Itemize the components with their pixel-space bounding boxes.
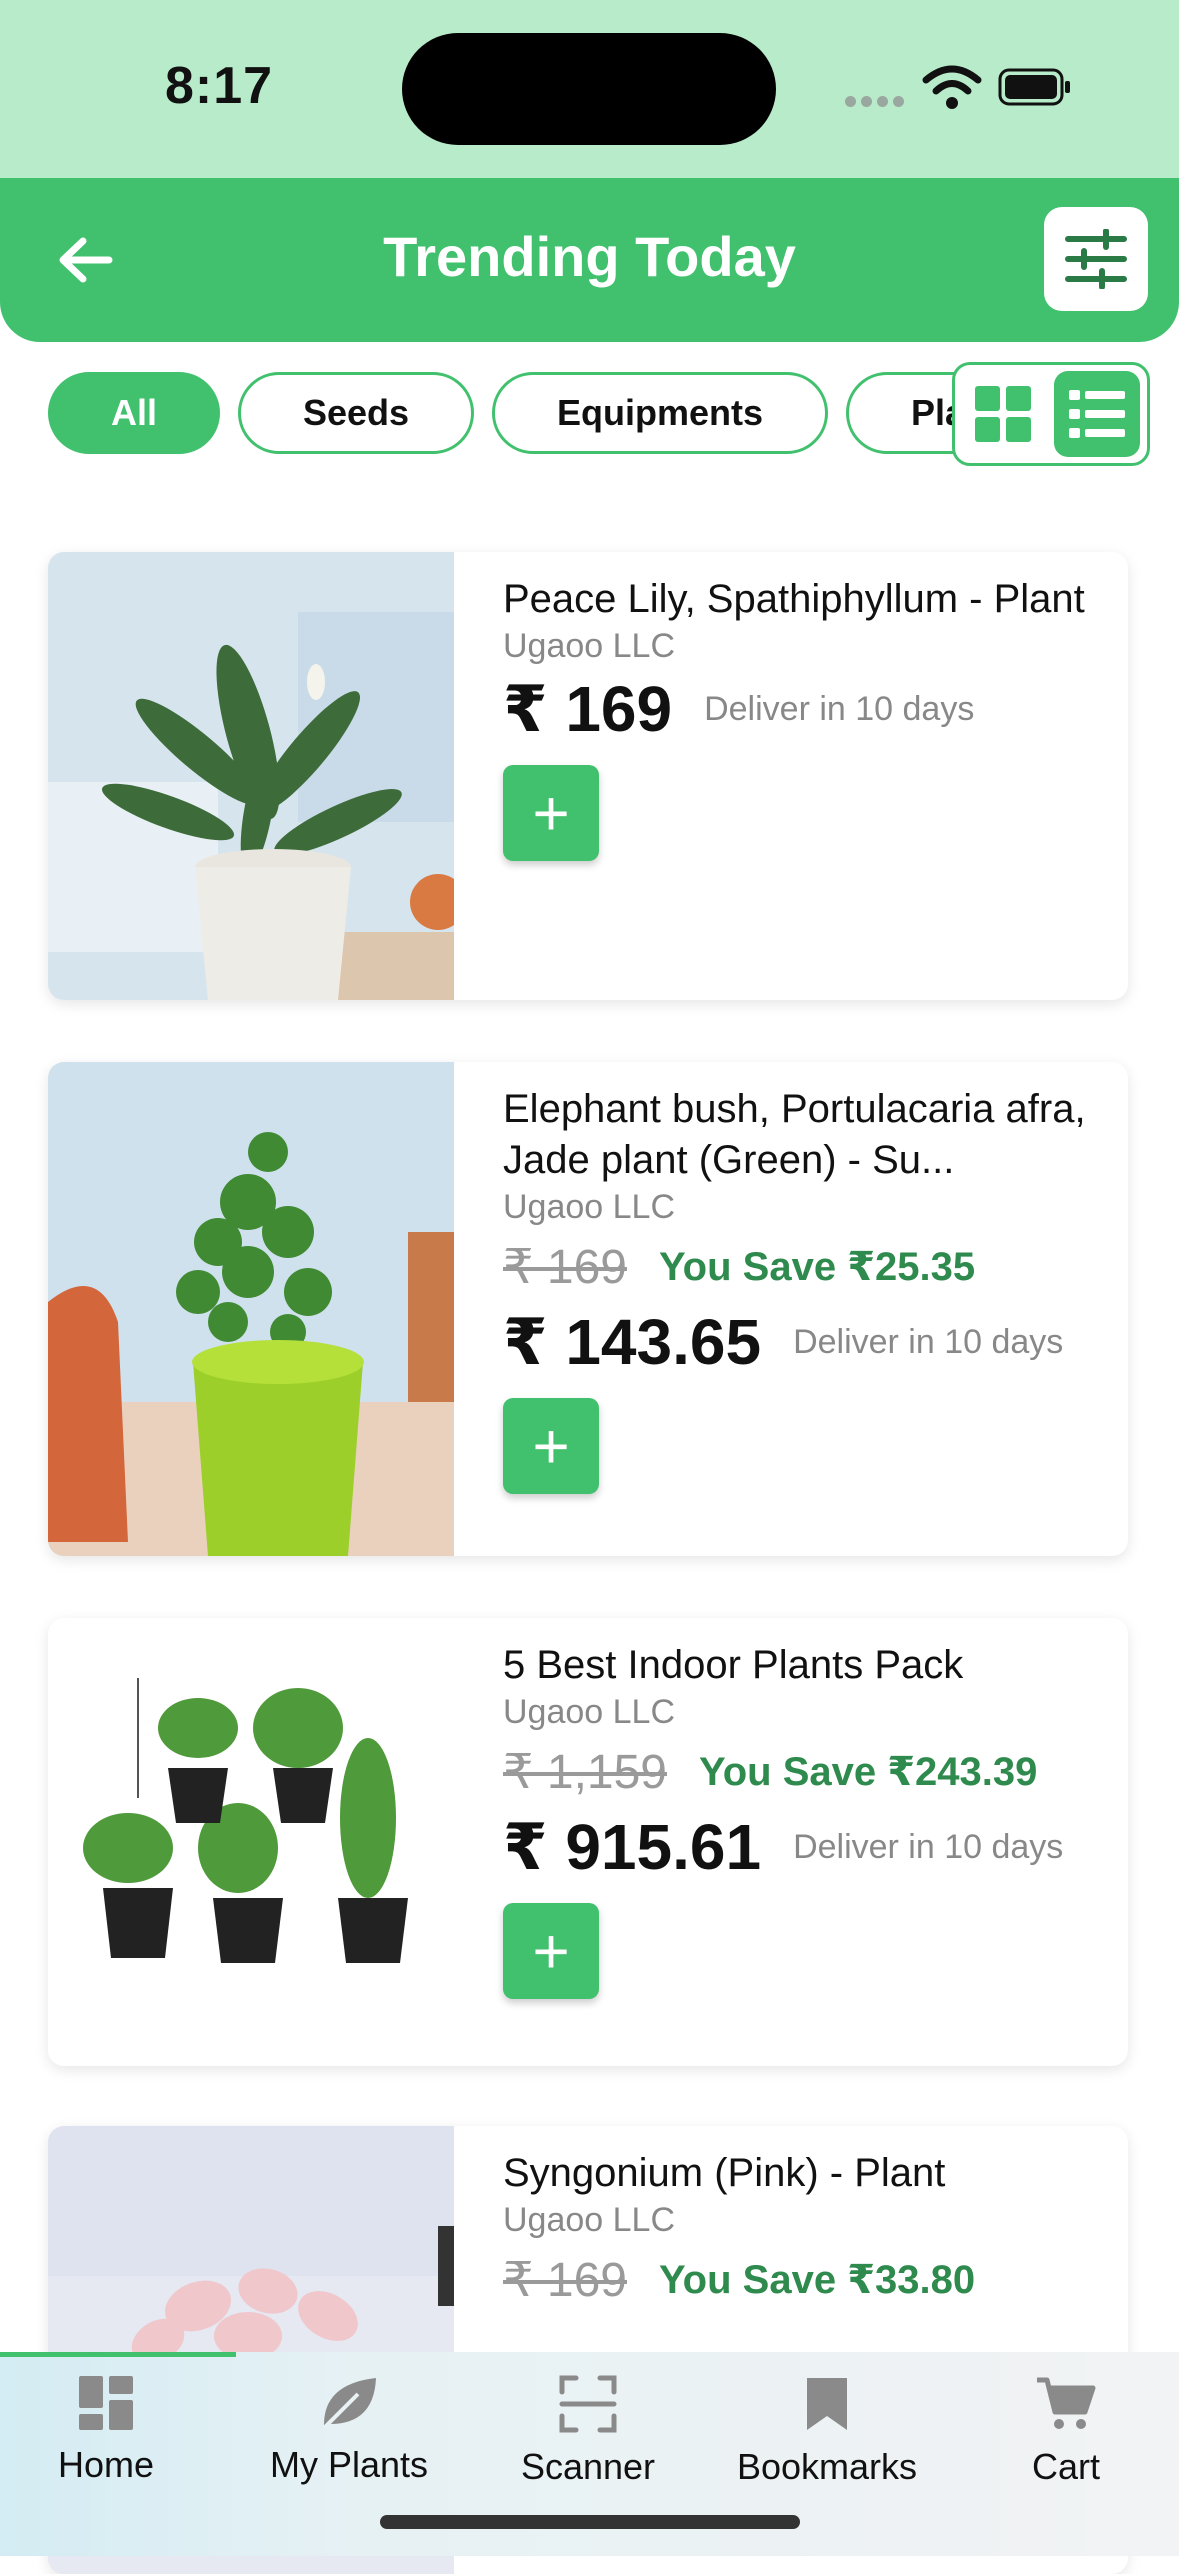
product-price: ₹ 169 xyxy=(503,673,673,745)
delivery-info: Deliver in 10 days xyxy=(793,1828,1064,1866)
tab-cart[interactable]: Cart xyxy=(948,2352,1179,2502)
view-toggle xyxy=(952,362,1150,466)
delivery-info: Deliver in 10 days xyxy=(793,1323,1064,1361)
original-price: ₹ 169 xyxy=(503,2254,627,2307)
battery-icon xyxy=(998,68,1070,106)
product-seller: Ugaoo LLC xyxy=(503,2201,676,2239)
tab-home[interactable]: Home xyxy=(0,2352,224,2502)
product-name: Syngonium (Pink) - Plant xyxy=(503,2151,946,2195)
cart-icon xyxy=(1037,2377,1096,2429)
add-to-cart-button[interactable]: + xyxy=(503,1398,599,1494)
scanner-icon xyxy=(559,2375,617,2433)
tab-label: Bookmarks xyxy=(736,2446,918,2487)
discount-row: ₹ 1,159 You Save ₹243.39 xyxy=(503,1744,1108,1800)
product-image-jade-plant xyxy=(48,1062,454,1556)
page-title: Trending Today xyxy=(383,225,796,288)
chip-equipments[interactable]: Equipments xyxy=(492,372,828,454)
product-card[interactable]: Elephant bush, Portulacaria afra, Jade p… xyxy=(48,1062,1128,1556)
savings-label: You Save ₹25.35 xyxy=(658,1245,976,1289)
chip-all[interactable]: All xyxy=(48,372,220,454)
product-name: 5 Best Indoor Plants Pack xyxy=(503,1643,964,1687)
grid-icon xyxy=(975,386,1031,442)
price-row: ₹ 143.65 Deliver in 10 days xyxy=(503,1305,1108,1380)
original-price: ₹ 1,159 xyxy=(503,1746,667,1799)
discount-row: ₹ 169 You Save ₹25.35 xyxy=(503,1239,1108,1295)
price-row: ₹ 915.61 Deliver in 10 days xyxy=(503,1810,1108,1885)
product-seller: Ugaoo LLC xyxy=(503,627,676,665)
product-details: Elephant bush, Portulacaria afra, Jade p… xyxy=(503,1084,1108,1494)
tab-my-plants[interactable]: My Plants xyxy=(231,2352,467,2502)
original-price: ₹ 169 xyxy=(503,1241,627,1294)
savings-label: You Save ₹243.39 xyxy=(699,1750,1038,1794)
tab-label: Scanner xyxy=(520,2446,656,2487)
cellular-signal-icon xyxy=(845,94,909,112)
product-card[interactable]: 5 Best Indoor Plants Pack Ugaoo LLC ₹ 1,… xyxy=(48,1618,1128,2066)
product-card[interactable]: Peace Lily, Spathiphyllum - Plant Ugaoo … xyxy=(48,552,1128,1000)
product-seller: Ugaoo LLC xyxy=(503,1188,676,1226)
savings-label: You Save ₹33.80 xyxy=(658,2258,976,2302)
add-to-cart-button[interactable]: + xyxy=(503,765,599,861)
product-price: ₹ 915.61 xyxy=(503,1811,762,1883)
home-icon xyxy=(79,2376,133,2430)
app-header: Trending Today xyxy=(0,178,1179,342)
product-image-peace-lily xyxy=(48,552,454,1000)
tab-scanner[interactable]: Scanner xyxy=(470,2352,706,2502)
tab-label: Home xyxy=(57,2444,155,2485)
wifi-icon xyxy=(922,65,982,109)
product-details: Syngonium (Pink) - Plant Ugaoo LLC ₹ 169… xyxy=(503,2148,1108,2308)
price-row: ₹ 169 Deliver in 10 days xyxy=(503,672,1108,747)
bookmark-icon xyxy=(807,2378,847,2430)
product-image-indoor-plants-pack xyxy=(48,1618,454,2066)
filter-settings-button[interactable] xyxy=(1044,207,1148,311)
product-details: 5 Best Indoor Plants Pack Ugaoo LLC ₹ 1,… xyxy=(503,1640,1108,1999)
status-time: 8:17 xyxy=(165,57,274,115)
sliders-icon xyxy=(1065,229,1127,289)
leaf-icon xyxy=(322,2378,376,2430)
product-name: Peace Lily, Spathiphyllum - Plant xyxy=(503,577,1085,621)
chip-seeds[interactable]: Seeds xyxy=(238,372,474,454)
home-indicator xyxy=(380,2515,800,2529)
grid-view-button[interactable] xyxy=(960,371,1046,457)
status-bar: 8:17 xyxy=(0,0,1179,178)
add-to-cart-button[interactable]: + xyxy=(503,1903,599,1999)
product-name: Elephant bush, Portulacaria afra, Jade p… xyxy=(503,1087,1086,1182)
tab-label: Cart xyxy=(1031,2446,1100,2487)
discount-row: ₹ 169 You Save ₹33.80 xyxy=(503,2252,1108,2308)
product-price: ₹ 143.65 xyxy=(503,1306,762,1378)
delivery-info: Deliver in 10 days xyxy=(704,690,975,728)
product-seller: Ugaoo LLC xyxy=(503,1693,676,1731)
list-view-button[interactable] xyxy=(1054,371,1140,457)
dynamic-island xyxy=(402,33,776,145)
tab-label: My Plants xyxy=(269,2444,429,2485)
tab-bookmarks[interactable]: Bookmarks xyxy=(709,2352,945,2502)
product-details: Peace Lily, Spathiphyllum - Plant Ugaoo … xyxy=(503,574,1108,861)
list-icon xyxy=(1069,390,1125,438)
